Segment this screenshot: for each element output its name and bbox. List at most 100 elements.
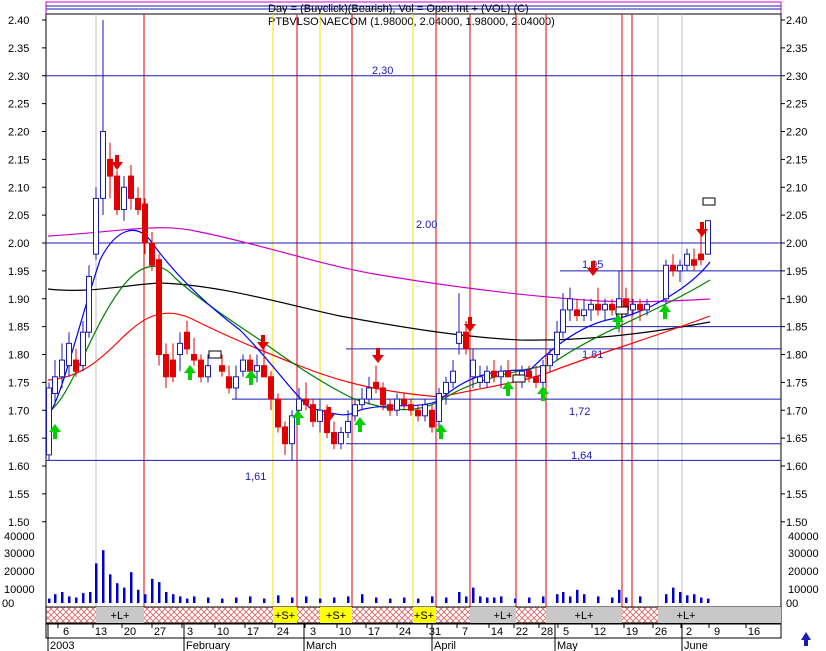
candle-body xyxy=(533,376,539,383)
volume-bar xyxy=(137,589,140,603)
y-tick-label-left: 1.50 xyxy=(8,517,29,529)
event-marker xyxy=(512,374,526,383)
y-tick-label-left: 1.70 xyxy=(8,405,29,417)
y-tick-label-right: 1.85 xyxy=(786,322,807,334)
candle-body xyxy=(443,381,449,395)
candle-body xyxy=(107,158,113,177)
volume-bar xyxy=(109,574,112,603)
candle-body xyxy=(498,370,504,378)
volume-bar xyxy=(528,597,531,603)
band-segment xyxy=(715,607,781,623)
volume-bar xyxy=(172,594,175,603)
y-tick-label-right: 2.00 xyxy=(786,238,807,250)
y-tick-label-right: 2.35 xyxy=(786,43,807,55)
volume-bar xyxy=(500,596,503,603)
x-tick-label: 3 xyxy=(187,626,193,638)
volume-tick-label-right: 30000 xyxy=(788,548,819,560)
candle-body xyxy=(373,381,379,389)
y-tick-label-left: 2.15 xyxy=(8,154,29,166)
scroll-up-icon[interactable] xyxy=(801,632,811,640)
volume-tick-label-left: 10000 xyxy=(4,584,35,596)
volume-bar xyxy=(319,598,322,603)
y-tick-label-right: 1.90 xyxy=(786,294,807,306)
volume-bar xyxy=(207,597,210,603)
candle-body xyxy=(588,303,594,311)
volume-bar xyxy=(569,596,572,603)
x-tick-label: 2 xyxy=(686,626,692,638)
x-tick-label: 19 xyxy=(626,626,638,638)
x-month-label: 2003 xyxy=(50,640,74,651)
down-arrow-icon-stem xyxy=(591,261,595,268)
up-arrow-icon xyxy=(354,417,366,425)
volume-bar xyxy=(375,597,378,603)
band-label: +L+ xyxy=(111,610,130,622)
candle-body xyxy=(331,432,337,445)
candle-body xyxy=(93,197,99,255)
x-tick-label: 12 xyxy=(594,626,606,638)
up-arrow-icon xyxy=(435,424,447,432)
x-tick-label: 6 xyxy=(63,626,69,638)
candle-body xyxy=(380,387,386,406)
candle-body xyxy=(247,359,253,372)
volume-bar xyxy=(403,597,406,603)
down-arrow-icon-stem xyxy=(327,407,331,414)
volume-bar xyxy=(472,587,475,603)
down-arrow-icon xyxy=(587,268,599,276)
volume-bar xyxy=(431,596,434,603)
candle-body xyxy=(275,398,281,428)
y-tick-label-right: 2.05 xyxy=(786,210,807,222)
x-tick-label: 28 xyxy=(541,626,553,638)
x-tick-label: 10 xyxy=(339,626,351,638)
candle-body xyxy=(644,303,650,311)
volume-bar xyxy=(458,592,461,603)
candle-body xyxy=(677,264,683,272)
candle-body xyxy=(219,365,225,372)
candle-body xyxy=(547,354,553,367)
candle-body xyxy=(86,275,92,333)
candle-body xyxy=(526,370,532,378)
volume-bar xyxy=(707,598,710,603)
y-tick-label-left: 2.20 xyxy=(8,127,29,139)
y-tick-label-right: 1.70 xyxy=(786,405,807,417)
candle-body xyxy=(554,331,560,356)
candle-body xyxy=(560,309,566,333)
y-tick-label-left: 2.05 xyxy=(8,210,29,222)
candle-body xyxy=(170,359,176,378)
candle-body xyxy=(630,303,636,311)
candle-body xyxy=(456,331,462,344)
candle-body xyxy=(691,259,697,266)
signal-band: +L+ +S+ +S+ +S+ +L+ +L+ +L+ xyxy=(45,606,782,624)
volume-bar xyxy=(465,596,468,603)
x-tick-label: 13 xyxy=(95,626,107,638)
volume-bar xyxy=(597,596,600,603)
volume-bar xyxy=(347,596,350,603)
candle-body xyxy=(289,415,295,445)
x-tick-label: 16 xyxy=(748,626,760,638)
y-tick-label-right: 2.30 xyxy=(786,71,807,83)
scroll-up-icon-stem[interactable] xyxy=(804,639,808,646)
band-label: +L+ xyxy=(575,610,594,622)
down-arrow-icon-stem xyxy=(115,155,119,162)
candle-body xyxy=(663,264,669,300)
x-tick-label: 22 xyxy=(516,626,528,638)
y-tick-label-right: 2.15 xyxy=(786,154,807,166)
y-tick-label-left: 2.10 xyxy=(8,182,29,194)
candle-body xyxy=(422,404,428,417)
volume-bar xyxy=(193,596,196,603)
event-marker xyxy=(208,350,222,359)
y-tick-label-left: 1.55 xyxy=(8,489,29,501)
volume-bar xyxy=(679,592,682,603)
candle-body xyxy=(505,370,511,378)
volume-bar xyxy=(672,587,675,603)
level-label: 2.00 xyxy=(416,219,437,231)
volume-bar xyxy=(54,594,57,603)
candle-body xyxy=(484,370,490,383)
x-tick-label: 31 xyxy=(429,626,441,638)
candle-body xyxy=(436,393,442,422)
volume-tick-label-right: 20000 xyxy=(788,566,819,578)
volume-tick-label-right: 10000 xyxy=(788,584,819,596)
up-arrow-icon xyxy=(659,304,671,312)
y-axis: 2.452.452.402.402.352.352.302.302.252.25… xyxy=(2,15,819,610)
candle-body xyxy=(254,365,260,372)
volume-bar xyxy=(445,597,448,603)
